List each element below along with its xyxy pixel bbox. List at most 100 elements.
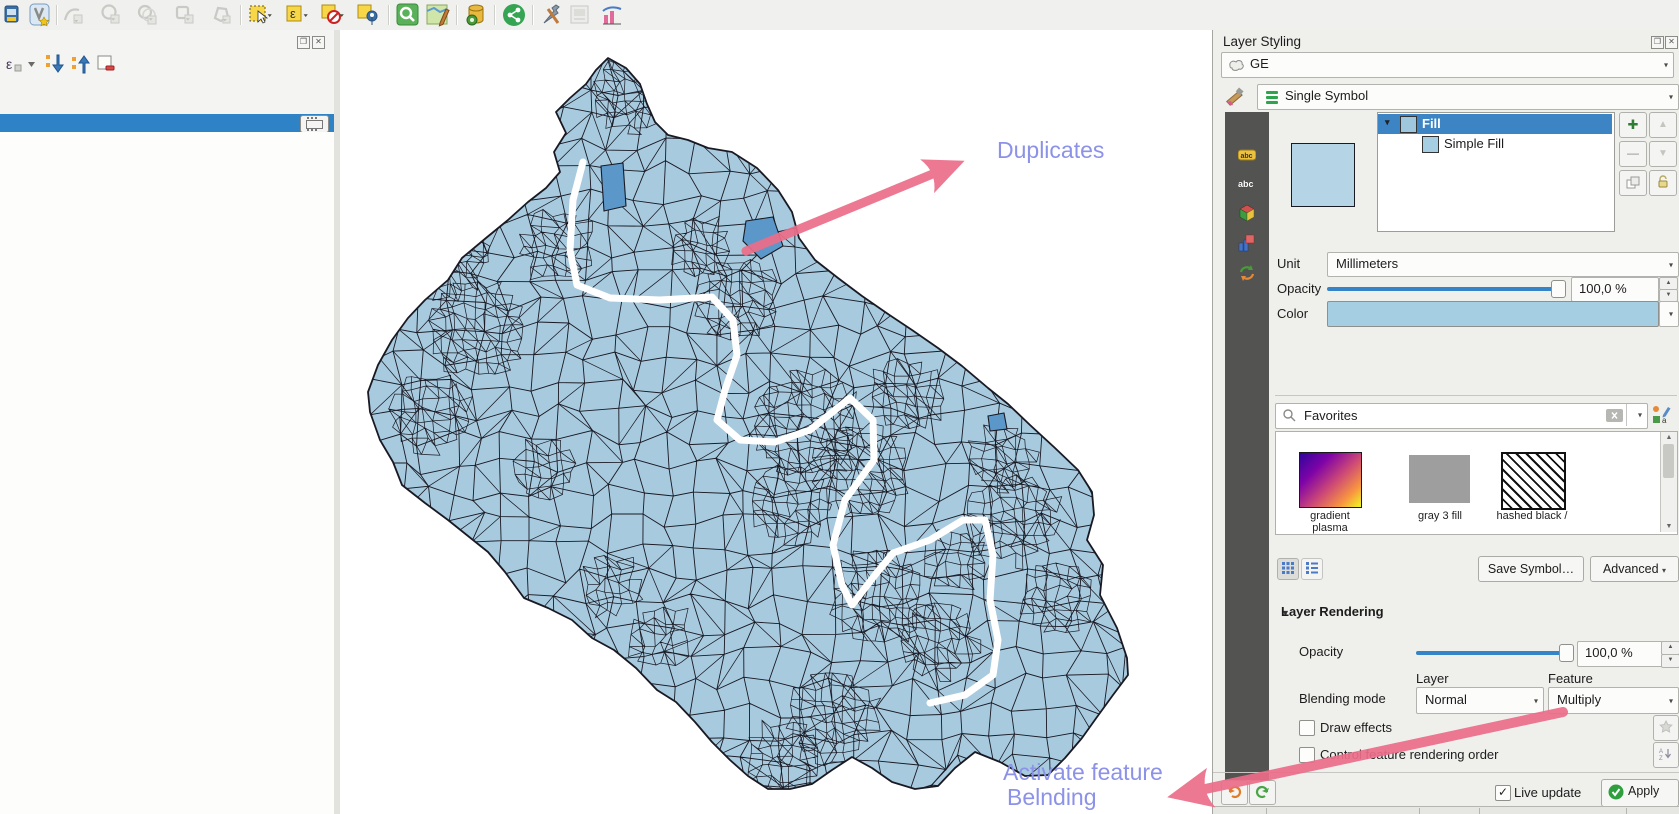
live-update-label: Live update (1514, 785, 1582, 800)
chevron-down-icon: ▾ (1533, 696, 1538, 705)
dock-tab-strip (1213, 806, 1679, 814)
save-symbol-button[interactable]: Save Symbol… (1478, 556, 1584, 582)
left-dock-panel: ❐ ✕ ε (0, 30, 335, 814)
effects-star-button[interactable] (1653, 715, 1679, 741)
left-panel-list-area[interactable] (0, 132, 334, 814)
layer-rendering-header[interactable]: Layer Rendering (1281, 604, 1384, 619)
expander-icon[interactable]: ▾ (1385, 117, 1390, 128)
live-update-checkbox[interactable]: ✓ (1495, 785, 1511, 801)
remove-item-icon[interactable] (96, 54, 116, 74)
spin-up-icon[interactable]: ▲ (1661, 641, 1679, 655)
layer-selector-combo[interactable]: GE ▾ (1221, 52, 1674, 78)
opacity-slider[interactable] (1327, 287, 1553, 291)
zoom-search-icon[interactable] (396, 3, 420, 27)
advanced-button[interactable]: Advanced ▾ (1590, 556, 1679, 582)
print-layout-icon-disabled[interactable] (568, 3, 592, 27)
rotate-feature-icon-disabled[interactable] (173, 3, 197, 27)
chevron-down-icon: ▾ (1663, 60, 1668, 70)
search-dropdown-button[interactable]: ▾ (1626, 404, 1647, 426)
callouts-tab-icon[interactable]: abc (1238, 174, 1256, 192)
edit-map-icon[interactable] (426, 3, 450, 27)
chevron-down-icon: ▾ (1662, 566, 1667, 575)
svg-text:a: a (1662, 416, 1667, 425)
hashed-black-symbol[interactable] (1501, 452, 1566, 510)
tree-row-simple-fill[interactable]: Simple Fill (1378, 134, 1612, 154)
share-icon[interactable] (502, 3, 526, 27)
renderer-value: Single Symbol (1285, 88, 1369, 103)
tree-fill-label: Fill (1422, 116, 1441, 131)
move-down-button[interactable]: ▼ (1649, 141, 1677, 167)
diagrams-tab-icon[interactable] (1238, 234, 1256, 252)
scroll-down-icon: ▼ (1665, 523, 1673, 530)
move-up-button[interactable]: ▲ (1649, 112, 1677, 138)
toolbar-separator (56, 5, 58, 25)
feature-blend-value: Multiply (1557, 692, 1602, 707)
history-tab-icon[interactable] (1238, 264, 1256, 282)
expand-all-icon[interactable] (44, 52, 66, 76)
undo-button[interactable] (1221, 780, 1248, 805)
control-order-label: Control feature rendering order (1320, 747, 1499, 762)
symbol-label: gradient (1310, 510, 1350, 522)
renderer-combo[interactable]: Single Symbol ▾ (1257, 84, 1679, 110)
spin-down-icon[interactable]: ▼ (1661, 654, 1679, 668)
deselect-features-icon[interactable] (320, 3, 344, 27)
database-icon[interactable] (464, 3, 488, 27)
remove-symbol-layer-button[interactable]: — (1619, 141, 1647, 167)
map-canvas[interactable] (340, 30, 1212, 814)
apply-button[interactable]: Apply (1601, 779, 1679, 807)
draw-effects-checkbox[interactable] (1299, 720, 1315, 736)
scroll-thumb[interactable] (1663, 444, 1674, 478)
select-by-location-icon[interactable] (356, 3, 380, 27)
opacity-slider-handle[interactable] (1551, 280, 1566, 298)
opacity-spinbox[interactable]: 100,0 % (1571, 277, 1659, 302)
unit-combo[interactable]: Millimeters ▾ (1327, 252, 1679, 277)
close-panel-icon[interactable]: ✕ (1665, 36, 1678, 49)
icon-view-toggle[interactable] (1277, 558, 1299, 580)
processing-toolbox-icon[interactable] (540, 3, 564, 27)
collapse-all-icon[interactable] (70, 52, 92, 76)
data-plot-icon[interactable] (600, 3, 624, 27)
edit-widget-chip-icon[interactable] (300, 115, 329, 133)
feature-blend-combo[interactable]: Multiply ▾ (1548, 687, 1679, 714)
float-panel-icon[interactable]: ❐ (297, 36, 310, 49)
digitize-curve-icon-disabled[interactable] (62, 3, 86, 27)
search-value: Favorites (1304, 408, 1358, 423)
add-symbol-layer-button[interactable]: ✚ (1619, 112, 1647, 138)
list-view-toggle[interactable] (1301, 558, 1323, 580)
layer-opacity-slider[interactable] (1416, 651, 1561, 655)
style-manager-icon[interactable] (28, 3, 52, 27)
copy-move-feature-icon-disabled[interactable] (136, 3, 160, 27)
3d-view-tab-icon[interactable] (1238, 204, 1256, 222)
move-feature-icon-disabled[interactable] (99, 3, 123, 27)
select-by-expression-icon[interactable]: ε (284, 3, 308, 27)
close-panel-icon[interactable]: ✕ (312, 36, 325, 49)
layer-opacity-spinbox[interactable]: 100,0 % (1577, 641, 1663, 667)
style-manager-icon[interactable]: a (1651, 405, 1671, 425)
clear-search-icon[interactable] (1606, 409, 1623, 422)
layer-blend-combo[interactable]: Normal ▾ (1416, 687, 1544, 714)
control-order-checkbox[interactable] (1299, 747, 1315, 763)
chevron-down-icon: ▾ (1668, 260, 1673, 269)
color-dropdown-button[interactable]: ▾ (1659, 301, 1679, 327)
color-swatch-button[interactable] (1327, 301, 1659, 327)
expression-filter-icon[interactable]: ε (6, 54, 40, 74)
redo-button[interactable] (1249, 780, 1276, 805)
labels-tab-icon[interactable]: abc (1237, 146, 1257, 164)
selected-list-row[interactable] (0, 114, 334, 133)
duplicate-symbol-layer-button[interactable] (1619, 170, 1647, 196)
layer-opacity-label: Opacity (1299, 644, 1344, 659)
lock-color-button[interactable] (1649, 170, 1677, 196)
tree-row-fill[interactable]: ▾ Fill (1378, 114, 1612, 134)
toolbar-separator (494, 5, 496, 25)
symbol-search-input[interactable]: Favorites ▾ (1275, 403, 1648, 429)
layer-opacity-slider-handle[interactable] (1559, 644, 1574, 662)
select-features-icon[interactable] (248, 3, 272, 27)
opacity-value: 100,0 % (1579, 281, 1627, 296)
sort-order-button[interactable]: AZ (1653, 742, 1679, 768)
gradient-plasma-symbol[interactable] (1299, 452, 1362, 508)
reshape-feature-icon-disabled[interactable] (210, 3, 234, 27)
gallery-scrollbar[interactable]: ▲ ▼ (1660, 432, 1677, 532)
float-panel-icon[interactable]: ❐ (1651, 36, 1664, 49)
data-source-icon[interactable] (4, 3, 28, 27)
gray-3-fill-symbol[interactable] (1409, 455, 1470, 503)
